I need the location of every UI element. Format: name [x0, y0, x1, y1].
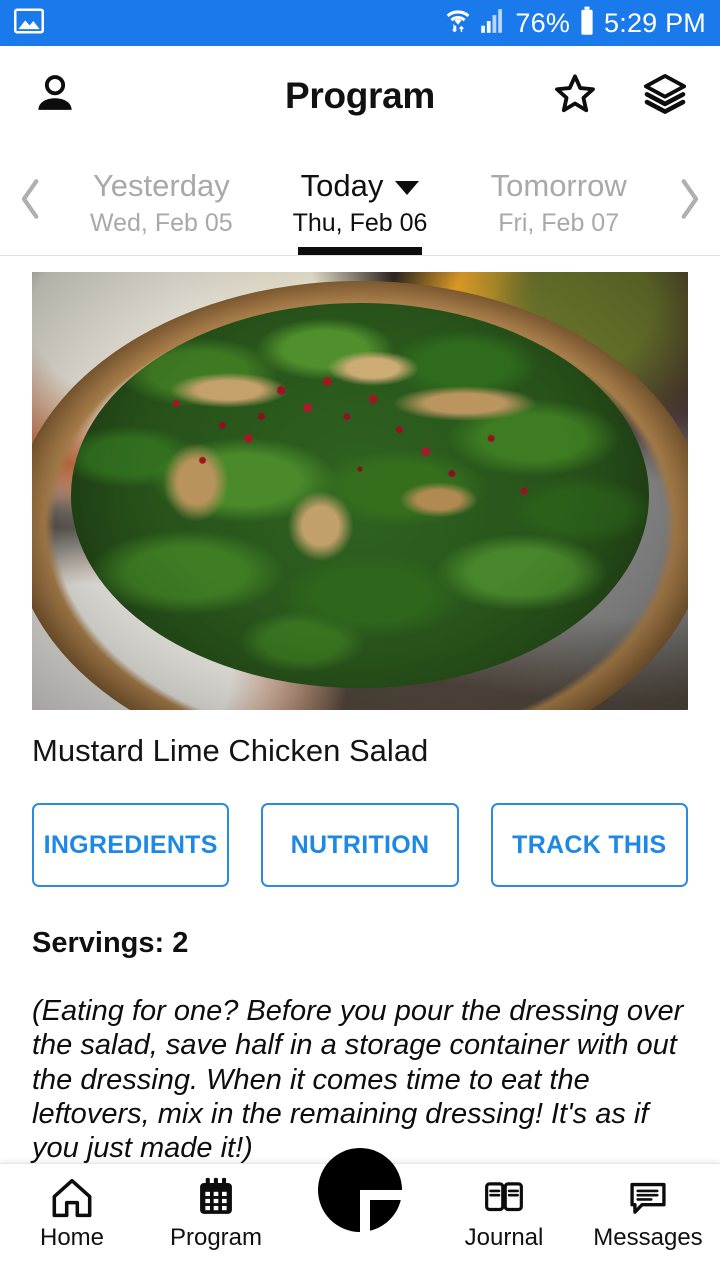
recipe-image-vignette — [32, 272, 688, 710]
status-bar-left — [14, 8, 44, 39]
nav-label-journal: Journal — [464, 1224, 544, 1251]
day-tab-date: Fri, Feb 07 — [498, 208, 620, 237]
nav-item-home[interactable]: Home — [0, 1164, 144, 1250]
day-tab-tomorrow[interactable]: Tomorrow Fri, Feb 07 — [459, 146, 658, 256]
bottom-navigation: Home Program Journal Messages — [0, 1148, 720, 1280]
battery-percent-label: 76% — [515, 7, 571, 38]
profile-button[interactable] — [32, 71, 78, 122]
nav-item-messages[interactable]: Messages — [576, 1164, 720, 1250]
person-icon — [32, 71, 78, 122]
next-day-button[interactable] — [658, 146, 720, 256]
day-tab-today[interactable]: Today Thu, Feb 06 — [261, 146, 460, 256]
clock-label: 5:29 PM — [604, 7, 706, 38]
ingredients-button[interactable]: INGREDIENTS — [32, 803, 230, 888]
day-tab-label: Yesterday — [92, 168, 230, 204]
layers-icon — [642, 71, 688, 122]
nutrition-button[interactable]: NUTRITION — [261, 803, 459, 888]
layers-button[interactable] — [642, 71, 688, 122]
active-tab-indicator — [298, 247, 422, 256]
recipe-image[interactable] — [32, 272, 688, 710]
program-content: Mustard Lime Chicken Salad INGREDIENTS N… — [0, 256, 720, 1164]
nav-label-messages: Messages — [593, 1224, 703, 1251]
nav-label-home: Home — [39, 1224, 105, 1251]
chat-icon — [625, 1174, 671, 1222]
home-icon — [49, 1174, 95, 1222]
day-tab-date: Thu, Feb 06 — [292, 208, 428, 237]
chevron-left-icon — [16, 176, 46, 227]
recipe-note: (Eating for one? Before you pour the dre… — [32, 995, 684, 1164]
day-tab-label-wrap: Today — [301, 168, 420, 205]
nav-label-program: Program — [169, 1224, 263, 1251]
calendar-icon — [193, 1174, 239, 1222]
chevron-down-icon[interactable] — [395, 181, 420, 196]
recipe-title: Mustard Lime Chicken Salad — [32, 733, 429, 768]
favorite-button[interactable] — [552, 71, 598, 122]
date-navigation: Yesterday Wed, Feb 05 Today Thu, Feb 06 … — [0, 146, 720, 256]
app-bar-actions — [552, 71, 688, 122]
day-tab-date: Wed, Feb 05 — [89, 208, 233, 237]
battery-icon — [579, 6, 595, 41]
app-bar: Program — [0, 46, 720, 146]
status-bar: 76% 5:29 PM — [0, 0, 720, 46]
prev-day-button[interactable] — [0, 146, 62, 256]
status-bar-right: 76% 5:29 PM — [445, 6, 706, 41]
nav-item-program[interactable]: Program — [144, 1164, 288, 1250]
servings-label: Servings: 2 — [32, 927, 189, 960]
signal-icon — [480, 8, 506, 39]
nav-item-journal[interactable]: Journal — [432, 1164, 576, 1250]
day-tab-label: Tomorrow — [490, 168, 627, 204]
day-tab-yesterday[interactable]: Yesterday Wed, Feb 05 — [62, 146, 261, 256]
day-tab-label: Today — [300, 168, 384, 204]
add-button[interactable] — [318, 1148, 404, 1234]
recipe-action-buttons: INGREDIENTS NUTRITION TRACK THIS — [32, 803, 688, 888]
book-icon — [481, 1174, 527, 1222]
chevron-right-icon — [674, 176, 704, 227]
star-icon — [552, 71, 598, 122]
track-this-button[interactable]: TRACK THIS — [490, 803, 688, 888]
image-icon — [14, 8, 44, 39]
wifi-icon — [445, 6, 471, 41]
